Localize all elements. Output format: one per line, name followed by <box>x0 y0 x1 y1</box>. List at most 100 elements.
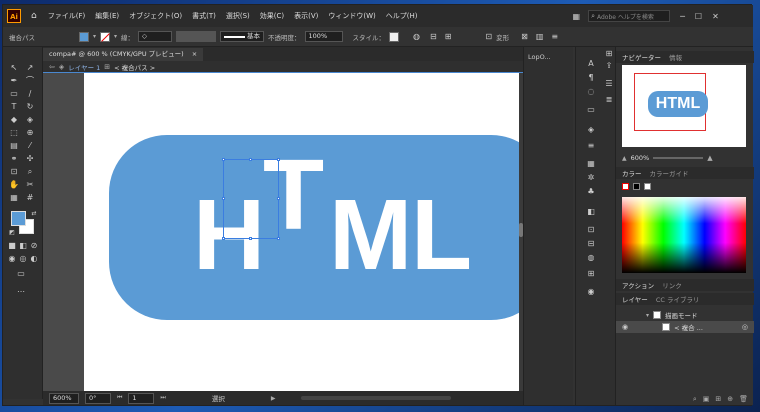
menu-select[interactable]: 選択(S) <box>221 11 255 21</box>
black-swatch[interactable] <box>633 183 640 190</box>
none-swatch[interactable] <box>622 183 629 190</box>
target-icon[interactable]: ◎ <box>742 323 748 331</box>
panel-toggle-icon[interactable]: ⊞ <box>604 49 614 59</box>
letter-m[interactable]: M <box>329 185 412 285</box>
fill-swatch[interactable] <box>79 31 89 42</box>
mesh-tool-icon[interactable]: # <box>25 193 35 203</box>
gradient-icon[interactable]: ◧ <box>586 207 596 217</box>
tab-layers[interactable]: レイヤー <box>622 294 648 304</box>
tab-color[interactable]: カラー <box>622 168 642 178</box>
align-panel-icon[interactable]: ⊞ <box>586 269 596 279</box>
selection-handle[interactable] <box>277 158 280 161</box>
color-spectrum[interactable] <box>622 197 746 273</box>
minimize-button[interactable]: ─ <box>680 12 685 21</box>
stroke-swatch[interactable] <box>100 31 111 42</box>
paragraph-icon[interactable]: ¶ <box>586 73 596 83</box>
scale-tool-icon[interactable]: ◈ <box>25 115 35 125</box>
eraser-tool-icon[interactable]: ◆ <box>9 115 19 125</box>
sliders-icon[interactable]: ≣ <box>604 95 614 105</box>
menu-help[interactable]: ヘルプ(H) <box>381 11 423 21</box>
menu-edit[interactable]: 編集(E) <box>90 11 124 21</box>
default-colors-icon[interactable]: ◩ <box>7 228 17 238</box>
scrollbar-horizontal[interactable] <box>301 396 452 400</box>
maximize-button[interactable]: ☐ <box>695 12 702 21</box>
menu-effect[interactable]: 効果(C) <box>255 11 289 21</box>
fill-color-box[interactable] <box>11 211 26 226</box>
slice-tool-icon[interactable]: ✂ <box>25 180 35 190</box>
layer-row[interactable]: ▾ 描画モード <box>616 309 754 321</box>
arrange-icon[interactable]: ▥ <box>536 32 544 41</box>
draw-inside-icon[interactable]: ◐ <box>29 254 39 264</box>
workspace-icon[interactable]: ▦ <box>573 12 581 21</box>
pen-tool-icon[interactable]: ✒ <box>9 76 19 86</box>
brushes-icon[interactable]: ✲ <box>586 173 596 183</box>
selection-handle[interactable] <box>222 197 225 200</box>
pathfinder-icon[interactable]: ⊟ <box>586 239 596 249</box>
layer-name[interactable]: < 複合 ... <box>674 322 703 332</box>
opentype-icon[interactable]: ◌ <box>586 87 596 97</box>
tab-links[interactable]: リンク <box>662 280 682 290</box>
search-field[interactable]: ⌕ Adobe ヘルプを検索 <box>588 10 671 22</box>
swatches-icon[interactable]: ▦ <box>586 159 596 169</box>
selection-handle[interactable] <box>249 158 252 161</box>
white-swatch[interactable] <box>644 183 651 190</box>
draw-mode-icon[interactable]: ◉ <box>7 254 17 264</box>
tab-cc-libraries[interactable]: CC ライブラリ <box>656 294 700 304</box>
selection-bounding-box[interactable] <box>222 158 280 240</box>
selection-tool-icon[interactable]: ↖ <box>9 63 19 73</box>
style-swatch[interactable] <box>389 31 400 42</box>
first-page-icon[interactable]: ⏮ <box>117 394 122 402</box>
delete-icon[interactable]: 🗑 <box>739 395 748 403</box>
letter-l[interactable]: L <box>411 185 472 285</box>
eyedropper-tool-icon[interactable]: ⁄ <box>25 141 35 151</box>
tab-info[interactable]: 情報 <box>669 52 682 62</box>
eye-icon[interactable]: ◉ <box>622 323 628 331</box>
align-icon[interactable]: ⊟ <box>430 32 437 41</box>
locate-icon[interactable]: ⌕ <box>693 395 697 404</box>
properties-icon[interactable]: A <box>586 59 596 69</box>
last-page-icon[interactable]: ⏭ <box>160 394 165 402</box>
opacity-field[interactable]: 100% <box>304 31 343 42</box>
tab-navigator[interactable]: ナビゲーター <box>622 52 661 62</box>
breadcrumb-path[interactable]: < 複合パス > <box>114 62 155 72</box>
zoom-slider[interactable] <box>653 157 704 159</box>
distribute-icon[interactable]: ⊞ <box>445 32 452 41</box>
selection-handle[interactable] <box>277 197 280 200</box>
tab-actions[interactable]: アクション <box>622 280 654 290</box>
artboards-icon[interactable]: ▭ <box>586 105 596 115</box>
graphic-styles-icon[interactable]: ◉ <box>586 287 596 297</box>
gradient-mode-icon[interactable]: ◧ <box>18 241 28 251</box>
menu-object[interactable]: オブジェクト(O) <box>124 11 187 21</box>
recolor-icon[interactable]: ◍ <box>413 32 420 41</box>
artboard-number-field[interactable]: 1 <box>128 392 155 404</box>
direct-selection-tool-icon[interactable]: ↗ <box>25 63 35 73</box>
export-icon[interactable]: ⇪ <box>604 61 614 71</box>
transform-link[interactable]: 変形 <box>496 32 509 42</box>
rectangle-tool-icon[interactable]: ▭ <box>9 89 19 99</box>
variable-width-field[interactable] <box>176 31 217 42</box>
blend-tool-icon[interactable]: ⚭ <box>9 154 19 164</box>
stroke-weight-field[interactable]: ◇ <box>138 31 173 42</box>
breadcrumb-layer[interactable]: レイヤー 1 <box>68 62 100 72</box>
navigator-zoom-value[interactable]: 600% <box>631 154 650 162</box>
home-icon[interactable]: ⌂ <box>25 11 43 21</box>
none-mode-icon[interactable]: ⊘ <box>29 241 39 251</box>
tab-color-guide[interactable]: カラーガイド <box>650 168 689 178</box>
curvature-tool-icon[interactable]: ⌒ <box>25 76 35 86</box>
document-tab[interactable]: compa# @ 600 % (CMYK/GPU プレビュー) × <box>43 48 204 61</box>
isolate-icon[interactable]: ⊠ <box>521 32 528 41</box>
clip-icon[interactable]: ▣ <box>703 395 710 403</box>
zoom-field[interactable]: 600% <box>49 392 79 404</box>
new-sublayer-icon[interactable]: ⊞ <box>715 395 721 403</box>
zoom-out-icon[interactable]: ▲ <box>622 155 627 162</box>
brush-field[interactable]: 基本 <box>220 31 265 42</box>
play-icon[interactable]: ▶ <box>271 395 276 402</box>
color-mode-icon[interactable]: ■ <box>7 241 17 251</box>
symbol-sprayer-tool-icon[interactable]: ✣ <box>25 154 35 164</box>
artboard-tool-icon[interactable]: ⊡ <box>9 167 19 177</box>
close-tab-icon[interactable]: × <box>192 50 197 58</box>
shape-builder-tool-icon[interactable]: ⊕ <box>25 128 35 138</box>
close-button[interactable]: ✕ <box>712 12 719 21</box>
swap-fill-stroke-icon[interactable]: ⇄ <box>29 209 39 219</box>
menu-view[interactable]: 表示(V) <box>289 11 323 21</box>
